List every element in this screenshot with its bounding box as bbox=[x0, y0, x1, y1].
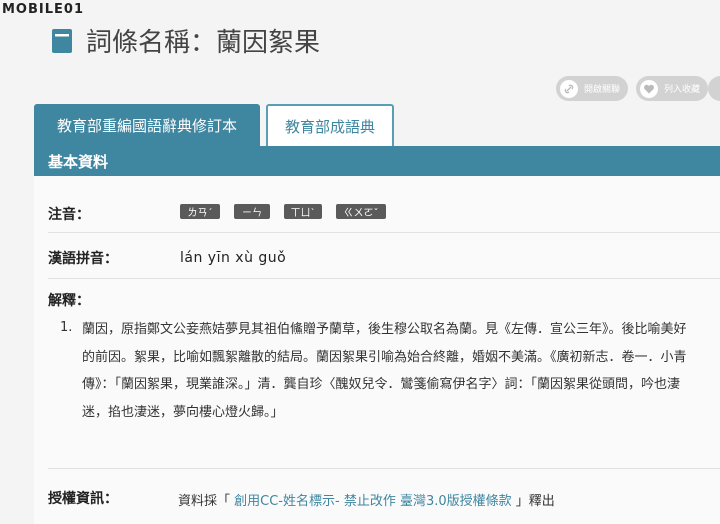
tab-revised-dictionary[interactable]: 教育部重編國語辭典修訂本 bbox=[34, 104, 260, 146]
heart-icon bbox=[640, 79, 658, 98]
share-button-label: 開啟關聯 bbox=[584, 85, 621, 95]
definition-number: 1. bbox=[60, 320, 73, 335]
license-suffix: 」釋出 bbox=[515, 494, 555, 509]
license-info: 資料採「 創用CC-姓名標示- 禁止改作 臺灣3.0版授權條款 」釋出 bbox=[178, 490, 555, 509]
watermark: MOBILE01 bbox=[2, 2, 84, 17]
divider bbox=[48, 468, 720, 469]
license-prefix: 資料採「 bbox=[178, 494, 231, 509]
definition-text: 蘭因，原指鄭文公妾燕姞夢見其祖伯鯈贈予蘭草，後生穆公取名為蘭。見《左傳．宣公三年… bbox=[82, 322, 687, 420]
more-button[interactable] bbox=[708, 76, 720, 101]
definition-label: 解釋： bbox=[48, 293, 90, 309]
favorite-button-label: 列入收藏 bbox=[664, 85, 701, 95]
book-icon bbox=[52, 28, 72, 53]
title-row: 詞條名稱：蘭因絮果 bbox=[52, 22, 320, 59]
license-label: 授權資訊： bbox=[48, 491, 118, 507]
license-link[interactable]: 創用CC-姓名標示- 禁止改作 臺灣3.0版授權條款 bbox=[234, 494, 511, 509]
zhuyin-list: ㄌㄢˊ ㄧㄣ ㄒㄩˋ ㄍㄨㄛˇ bbox=[180, 204, 400, 219]
tab-idiom-dictionary[interactable]: 教育部成語典 bbox=[266, 104, 394, 146]
section-title: 基本資料 bbox=[34, 146, 720, 176]
zhuyin-tag: ㄍㄨㄛˇ bbox=[336, 204, 386, 219]
link-icon bbox=[560, 79, 578, 98]
pinyin-label: 漢語拼音： bbox=[48, 251, 118, 267]
zhuyin-tag: ㄒㄩˋ bbox=[284, 204, 322, 219]
basic-info-panel: 注音： ㄌㄢˊ ㄧㄣ ㄒㄩˋ ㄍㄨㄛˇ 漢語拼音： lán yīn xù guǒ… bbox=[34, 176, 720, 524]
zhuyin-tag: ㄧㄣ bbox=[234, 204, 270, 219]
zhuyin-label: 注音： bbox=[48, 207, 90, 223]
divider bbox=[48, 278, 720, 279]
page-title: 詞條名稱：蘭因絮果 bbox=[86, 28, 321, 58]
pinyin-value: lán yīn xù guǒ bbox=[180, 250, 287, 266]
favorite-button[interactable]: 列入收藏 bbox=[636, 76, 708, 101]
divider bbox=[48, 232, 720, 233]
zhuyin-tag: ㄌㄢˊ bbox=[180, 204, 220, 219]
share-button[interactable]: 開啟關聯 bbox=[556, 76, 628, 101]
